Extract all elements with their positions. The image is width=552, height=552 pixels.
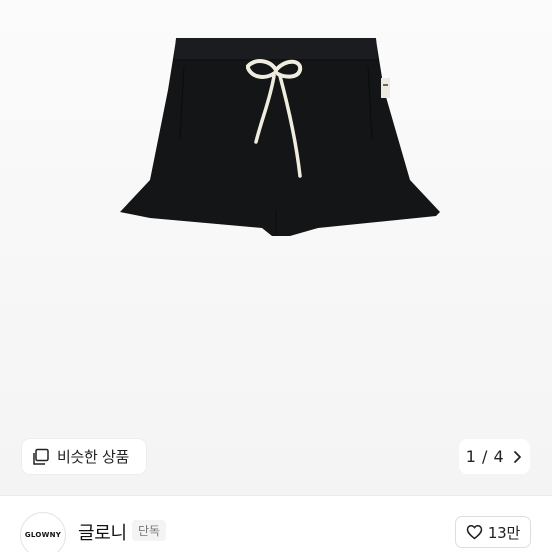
seller-avatar[interactable]: GLOWNY <box>20 512 66 552</box>
product-image-carousel[interactable]: 비슷한 상품 1 / 4 <box>0 0 552 495</box>
chevron-right-icon[interactable] <box>513 450 523 464</box>
seller-name[interactable]: 글로니 <box>78 519 127 545</box>
exclusive-badge: 단독 <box>132 520 167 541</box>
like-count: 13만 <box>487 523 521 542</box>
page-indicator: 1 / 4 <box>465 447 505 466</box>
image-pager[interactable]: 1 / 4 <box>459 439 530 474</box>
similar-items-label: 비슷한 상품 <box>57 448 129 466</box>
product-photo <box>120 38 440 236</box>
like-button[interactable]: 13만 <box>455 516 531 548</box>
seller-logo-text: GLOWNY <box>24 531 62 539</box>
similar-items-button[interactable]: 비슷한 상품 <box>22 439 146 474</box>
similar-items-icon <box>32 448 50 466</box>
heart-icon <box>466 524 483 540</box>
